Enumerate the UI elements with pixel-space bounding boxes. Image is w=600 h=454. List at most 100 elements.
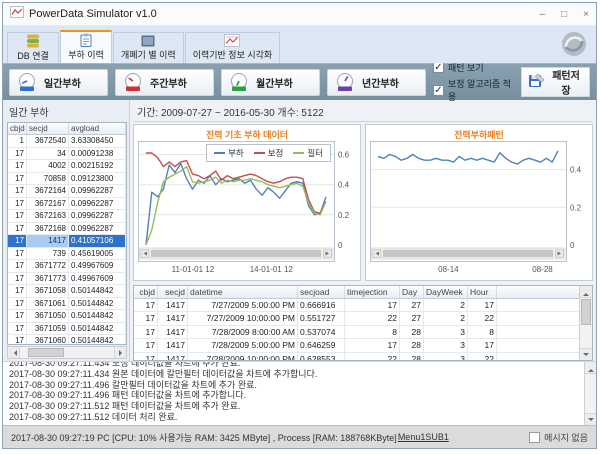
table-cell[interactable]: 1417 — [158, 299, 188, 311]
table-cell[interactable]: 739 — [27, 248, 69, 260]
table-row[interactable]: 1714177/28/2009 8:00:00 AM0.53707482838 — [134, 326, 579, 339]
table-cell[interactable]: 1 — [8, 135, 27, 147]
table-cell[interactable]: 17 — [8, 248, 27, 260]
table-cell[interactable]: 17 — [8, 335, 27, 345]
table-row[interactable]: 1736721670.09962287 — [8, 198, 126, 211]
table-cell[interactable]: 17 — [8, 285, 27, 297]
table-cell[interactable]: 0.09962287 — [69, 185, 126, 197]
table-cell[interactable]: 22 — [345, 353, 400, 360]
table-row[interactable]: 1714177/28/2009 10:00:00 PM0.62855322283… — [134, 353, 579, 360]
table-row[interactable]: 1736721630.09962287 — [8, 210, 126, 223]
column-header[interactable]: DayWeek — [424, 286, 468, 298]
table-cell[interactable]: 17 — [8, 260, 27, 272]
table-cell[interactable]: 17 — [8, 160, 27, 172]
table-cell[interactable]: 3 — [424, 339, 468, 351]
table-cell[interactable]: 27 — [400, 312, 424, 324]
table-cell[interactable]: 17 — [468, 339, 497, 351]
table-cell[interactable]: 0.50144842 — [69, 335, 126, 345]
table-cell[interactable]: 3672540 — [27, 135, 69, 147]
table-cell[interactable]: 27 — [400, 299, 424, 311]
column-header[interactable]: timejection — [345, 286, 400, 298]
table-cell[interactable]: 17 — [8, 310, 27, 322]
table-cell[interactable]: 1417 — [158, 339, 188, 351]
scroll-left-arrow[interactable] — [8, 347, 20, 358]
table-row[interactable]: 1714177/28/2009 5:00:00 PM0.646259172831… — [134, 339, 579, 352]
table-cell[interactable]: 3671772 — [27, 260, 69, 272]
column-header[interactable]: datetime — [188, 286, 298, 298]
table-row[interactable]: 1714177/27/2009 5:00:00 PM0.666916172721… — [134, 299, 579, 312]
table-cell[interactable]: 17 — [134, 312, 158, 324]
table-cell[interactable]: 0.50144842 — [69, 285, 126, 297]
table-cell[interactable]: 17 — [8, 148, 27, 160]
table-cell[interactable]: 0.49967609 — [69, 273, 126, 285]
tab-db-connect[interactable]: DB 연결 — [7, 32, 59, 63]
table-cell[interactable]: 1417 — [158, 312, 188, 324]
column-header[interactable]: secjd — [158, 286, 188, 298]
load-button-1[interactable]: 주간부하 — [115, 69, 214, 96]
tab-switch-history[interactable]: 개폐기 별 이력 — [113, 32, 184, 63]
table-cell[interactable]: 3671773 — [27, 273, 69, 285]
table-cell[interactable]: 0.09962287 — [69, 210, 126, 222]
table-cell[interactable]: 0.00215192 — [69, 160, 126, 172]
table-row[interactable]: 17340.00091238 — [8, 148, 126, 161]
table-cell[interactable]: 22 — [468, 312, 497, 324]
load-button-0[interactable]: 일간부하 — [9, 69, 108, 96]
table-cell[interactable]: 0.646259 — [298, 339, 345, 351]
table-cell[interactable]: 0.41057106 — [69, 235, 126, 247]
column-header[interactable]: Hour — [468, 286, 497, 298]
table-row[interactable]: 1714177/27/2009 10:00:00 PM0.55172722272… — [134, 312, 579, 325]
detail-table-vscrollbar[interactable] — [579, 286, 592, 360]
table-cell[interactable]: 7/27/2009 5:00:00 PM — [188, 299, 298, 311]
checkbox-box[interactable] — [433, 62, 444, 73]
table-cell[interactable]: 0.50144842 — [69, 310, 126, 322]
table-cell[interactable]: 7/28/2009 8:00:00 AM — [188, 326, 298, 338]
table-cell[interactable]: 0.666916 — [298, 299, 345, 311]
table-cell[interactable]: 3671050 — [27, 310, 69, 322]
table-cell[interactable]: 22 — [345, 312, 400, 324]
table-cell[interactable]: 70858 — [27, 173, 69, 185]
table-cell[interactable]: 0.45619005 — [69, 248, 126, 260]
minimize-button[interactable]: – — [540, 9, 546, 20]
scroll-thumb[interactable] — [28, 348, 64, 357]
table-cell[interactable]: 3.63308450 — [69, 135, 126, 147]
table-cell[interactable]: 17 — [8, 323, 27, 335]
table-cell[interactable]: 3672163 — [27, 210, 69, 222]
load-button-3[interactable]: 년간부하 — [327, 69, 426, 96]
table-row[interactable]: 1736721640.09962287 — [8, 185, 126, 198]
table-cell[interactable]: 17 — [8, 185, 27, 197]
table-cell[interactable]: 3 — [424, 353, 468, 360]
column-header[interactable]: cbjd — [134, 286, 158, 298]
table-cell[interactable]: 0.628553 — [298, 353, 345, 360]
table-row[interactable]: 1714170.41057106 — [8, 235, 126, 248]
table-cell[interactable]: 28 — [400, 326, 424, 338]
table-cell[interactable]: 0.551727 — [298, 312, 345, 324]
table-cell[interactable]: 17 — [8, 223, 27, 235]
load-button-2[interactable]: 월간부하 — [221, 69, 320, 96]
table-row[interactable]: 1736710500.50144842 — [8, 310, 126, 323]
table-cell[interactable]: 17 — [8, 235, 27, 247]
chart-plot[interactable]: 00.20.40.611-01-01 1214-01-01 12부하보정필터 — [138, 141, 358, 279]
pattern-save-button[interactable]: 패턴저장 — [521, 67, 590, 97]
table-cell[interactable]: 17 — [8, 173, 27, 185]
log-vscrollbar[interactable] — [584, 362, 596, 425]
chart-hscroll-thumb[interactable] — [151, 250, 321, 257]
scroll-up-arrow[interactable] — [580, 286, 592, 298]
table-row[interactable]: 1736710590.50144842 — [8, 323, 126, 336]
table-cell[interactable]: 1417 — [158, 326, 188, 338]
table-cell[interactable]: 0.49967609 — [69, 260, 126, 272]
table-cell[interactable]: 1417 — [158, 353, 188, 360]
table-cell[interactable]: 3671060 — [27, 335, 69, 345]
table-cell[interactable]: 17 — [134, 326, 158, 338]
table-cell[interactable]: 4002 — [27, 160, 69, 172]
scroll-down-arrow[interactable] — [585, 413, 596, 425]
table-cell[interactable]: 28 — [400, 339, 424, 351]
column-header[interactable]: avgload — [69, 123, 126, 134]
table-cell[interactable]: 7/28/2009 10:00:00 PM — [188, 353, 298, 360]
table-row[interactable]: 1736717730.49967609 — [8, 273, 126, 286]
table-cell[interactable]: 17 — [134, 299, 158, 311]
table-cell[interactable]: 3671061 — [27, 298, 69, 310]
table-row[interactable]: 1736721680.09962287 — [8, 223, 126, 236]
table-cell[interactable]: 7/28/2009 5:00:00 PM — [188, 339, 298, 351]
table-cell[interactable]: 0.09962287 — [69, 198, 126, 210]
table-cell[interactable]: 17 — [345, 299, 400, 311]
